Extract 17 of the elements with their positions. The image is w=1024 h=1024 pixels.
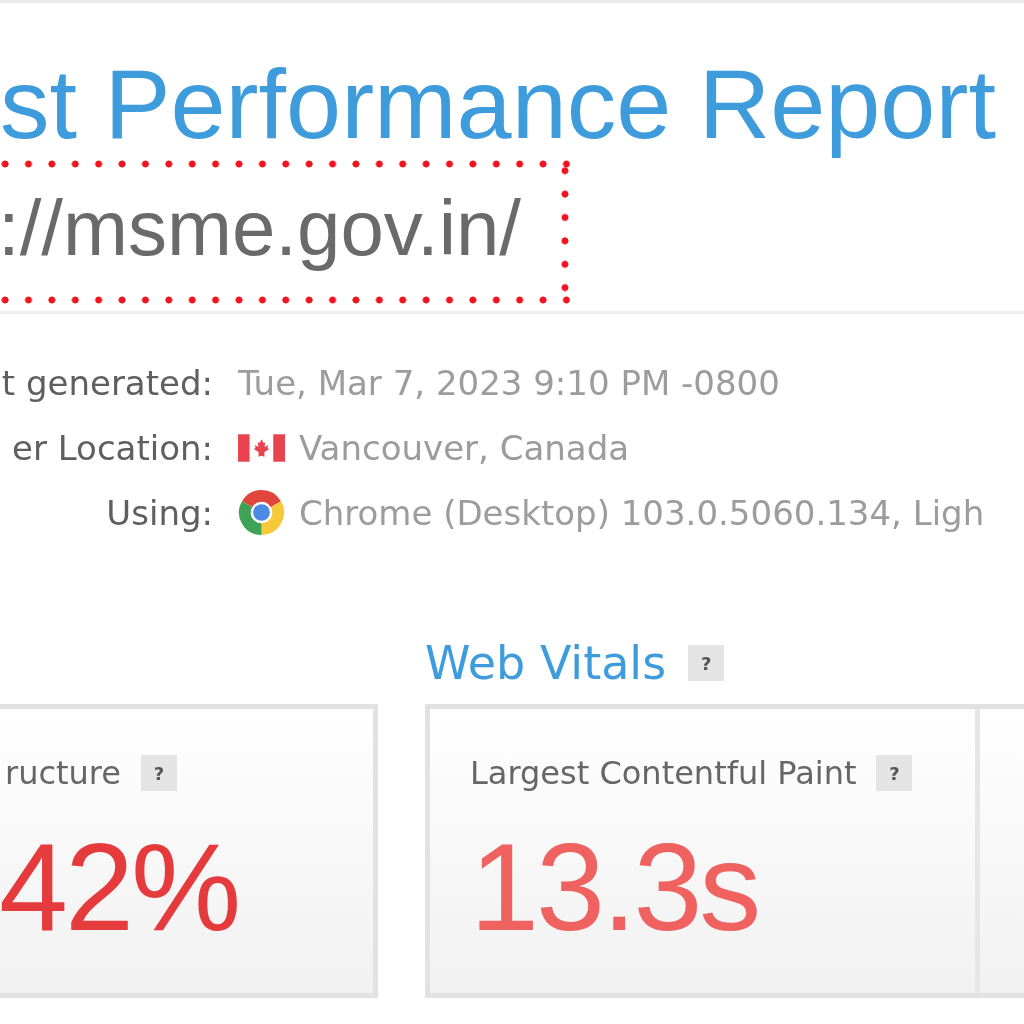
- metric-value: 42%: [0, 825, 239, 949]
- metric-label: Largest Contentful Paint: [470, 754, 857, 792]
- browser-logo-icon: [238, 489, 285, 536]
- help-button[interactable]: ?: [876, 755, 913, 791]
- detail-value: Chrome (Desktop) 103.0.5060.134, Ligh: [299, 492, 985, 533]
- help-button[interactable]: ?: [141, 755, 177, 791]
- detail-value: Vancouver, Canada: [299, 427, 630, 468]
- section-heading: Web Vitals: [425, 636, 667, 690]
- detail-value: Tue, Mar 7, 2023 9:10 PM -0800: [238, 362, 780, 403]
- metric-label: ructure: [5, 754, 121, 792]
- detail-label: t generated:: [1, 362, 213, 403]
- detail-label: Using:: [106, 492, 213, 533]
- metric-value: 13.3s: [470, 825, 759, 949]
- report-title: st Performance Report: [0, 49, 997, 159]
- help-button[interactable]: ?: [688, 645, 725, 681]
- canada-flag-icon: [238, 433, 285, 462]
- detail-label: er Location:: [12, 427, 213, 468]
